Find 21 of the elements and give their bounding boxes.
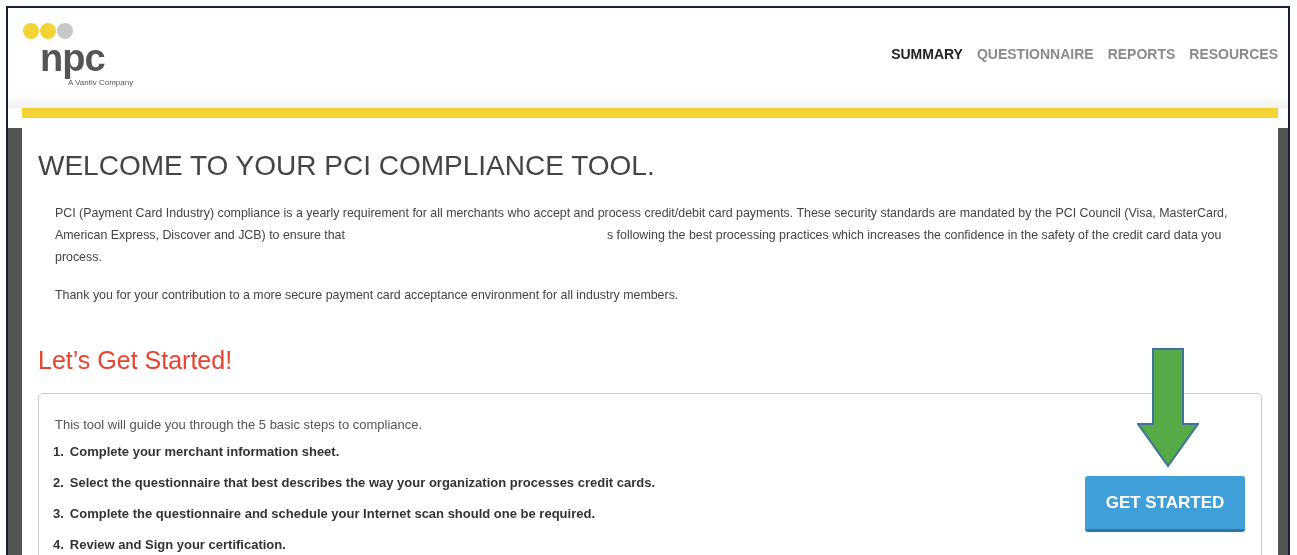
- section-title: Let’s Get Started!: [38, 346, 234, 375]
- step-number: 1.: [53, 444, 64, 459]
- nav-link[interactable]: SUMMARY: [891, 46, 963, 62]
- page-title: WELCOME TO YOUR PCI COMPLIANCE TOOL.: [38, 150, 656, 182]
- intro-text: PCI (Payment Card Industry) compliance is a yearly requirement for all merchants who accept and process credit/debit card payments. These security standards are mandated by the PCI Council (Visa, MasterCard, American Express, Discover and JCB) to ensure that s following the best processing practices which increases the confidence in the safety of the credit card data you process.: [55, 205, 1229, 266]
- steps-intro: This tool will guide you through the 5 basic steps to compliance.: [55, 417, 424, 432]
- nav-link[interactable]: REPORTS: [1107, 46, 1176, 62]
- step-number: 4.: [53, 537, 64, 552]
- get-started-button[interactable]: GET STARTED: [1085, 476, 1245, 532]
- step-text: Review and Sign your certification.: [69, 537, 286, 552]
- step-text: Select the questionnaire that best describes the way your organization processes credit cards.: [69, 475, 656, 490]
- step-number: 2.: [53, 475, 64, 490]
- nav-link[interactable]: RESOURCES: [1189, 46, 1278, 62]
- step-number: 3.: [53, 506, 64, 521]
- down-arrow-icon: [1137, 348, 1199, 468]
- logo-icon: [22, 22, 76, 40]
- logo-tagline: A Vantiv Company: [68, 78, 134, 87]
- thanks-text: Thank you for your contribution to a more secure payment card acceptance environment for all industry members.: [55, 287, 680, 304]
- step-text: Complete the questionnaire and schedule your Internet scan should one be required.: [69, 506, 595, 521]
- step-text: Complete your merchant information sheet.: [69, 444, 340, 459]
- nav-link[interactable]: QUESTIONNAIRE: [976, 46, 1094, 62]
